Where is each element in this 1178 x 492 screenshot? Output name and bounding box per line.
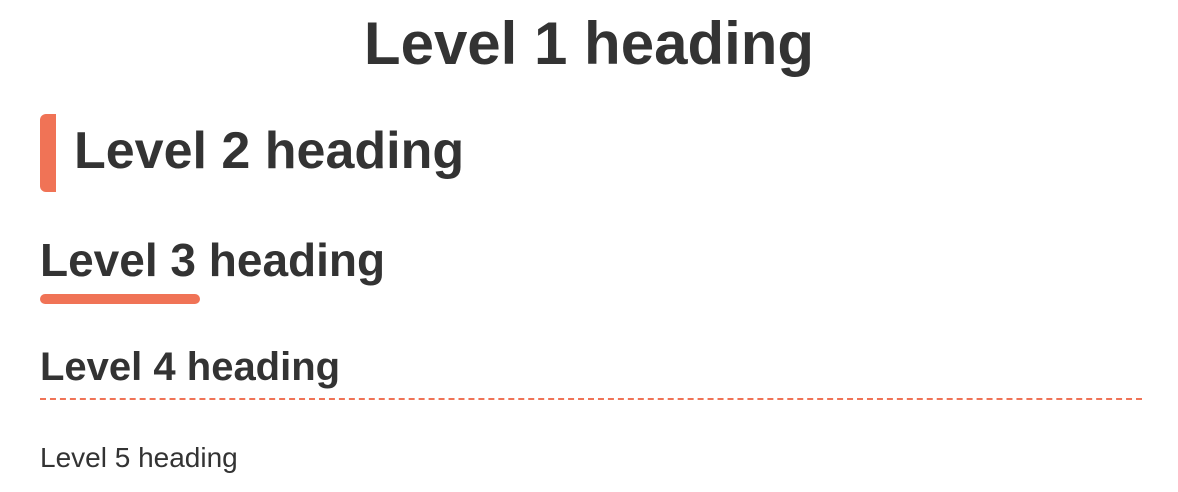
level-1-heading: Level 1 heading [363, 10, 815, 77]
level-3-accent-underline [40, 294, 200, 304]
level-3-heading: Level 3 heading [40, 234, 386, 286]
document-page: Level 1 heading Level 2 heading Level 3 … [0, 0, 1178, 492]
level-4-dashed-divider [40, 398, 1142, 400]
level-2-heading: Level 2 heading [74, 122, 465, 180]
level-4-heading: Level 4 heading [40, 345, 341, 389]
level-5-heading: Level 5 heading [40, 442, 238, 473]
level-2-accent-bar [40, 114, 56, 192]
level-4-heading-block: Level 4 heading [40, 342, 1142, 400]
level-3-heading-block: Level 3 heading [40, 232, 386, 304]
level-2-heading-block: Level 2 heading [40, 114, 464, 192]
